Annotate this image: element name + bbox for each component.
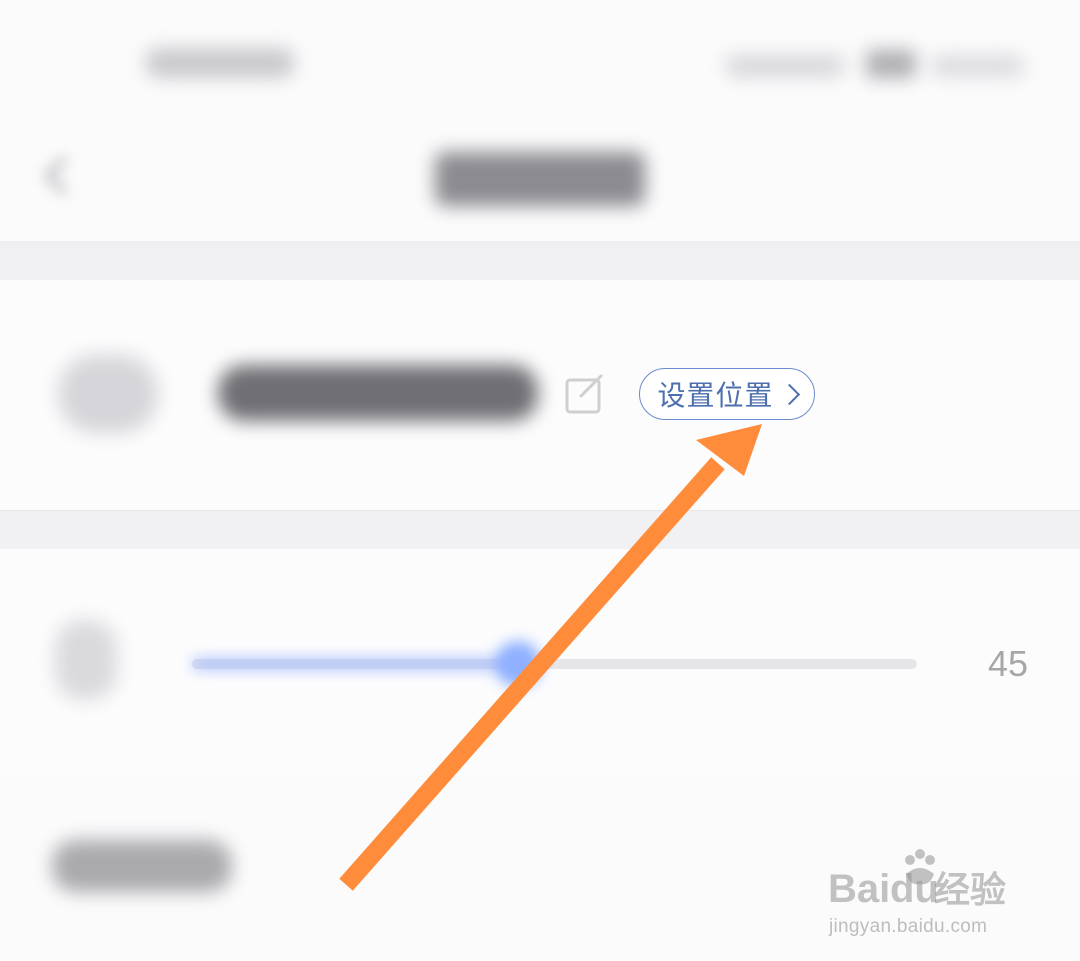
page-title — [435, 152, 645, 206]
battery-icon — [866, 50, 916, 78]
device-name — [218, 365, 538, 421]
slider-fill — [192, 659, 519, 669]
app-screen: 设置位置 45 Bai du 经验 jingyan.baidu.com — [0, 0, 1080, 961]
set-location-label: 设置位置 — [657, 380, 774, 411]
status-bar-left — [145, 48, 295, 78]
chevron-right-icon — [778, 383, 800, 406]
baidu-logo: Bai du 经验 — [828, 849, 1006, 911]
set-location-button[interactable]: 设置位置 — [639, 368, 815, 420]
status-bar-right-c — [930, 55, 1025, 77]
device-row — [0, 280, 1080, 510]
svg-text:经验: 经验 — [934, 870, 1006, 911]
edit-icon[interactable] — [563, 372, 607, 416]
watermark-url: jingyan.baidu.com — [829, 916, 988, 937]
slider[interactable] — [192, 641, 917, 687]
bottom-row-label — [52, 840, 232, 892]
watermark: Bai du 经验 jingyan.baidu.com — [822, 840, 1042, 950]
slider-value: 45 — [988, 643, 1029, 684]
svg-text:Bai: Bai — [828, 867, 890, 911]
device-avatar — [58, 355, 158, 433]
section-separator — [0, 510, 1080, 550]
slider-thumb[interactable] — [495, 641, 542, 687]
slider-icon — [55, 620, 117, 700]
status-bar-right-a — [725, 55, 845, 77]
back-icon[interactable] — [38, 152, 78, 200]
section-separator — [0, 241, 1080, 281]
